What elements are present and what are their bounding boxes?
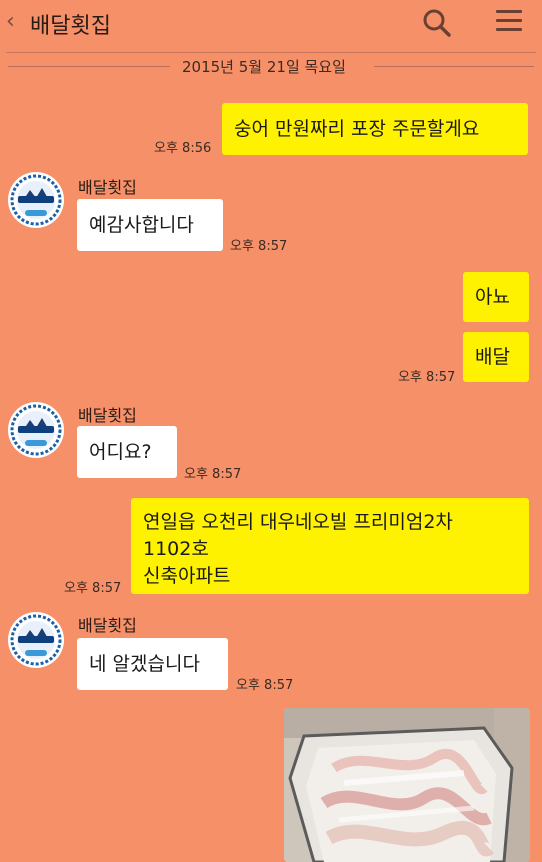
their-message-bubble[interactable]: 네 알겠습니다 — [77, 638, 228, 690]
avatar-logo-icon — [9, 173, 63, 227]
sender-name: 배달횟집 — [78, 616, 137, 635]
avatar-logo-icon — [9, 403, 63, 457]
their-message-bubble[interactable]: 어디요? — [77, 426, 177, 478]
my-message-bubble[interactable]: 배달 — [463, 332, 529, 382]
chat-title: 배달횟집 — [30, 14, 111, 39]
sender-name: 배달횟집 — [78, 406, 137, 425]
photo-image — [284, 708, 530, 862]
chat-header: ‹ 배달횟집 — [0, 0, 542, 48]
sender-avatar[interactable] — [8, 402, 64, 458]
their-message-bubble[interactable]: 예감사합니다 — [77, 199, 223, 251]
message-time: 오후 8:57 — [64, 581, 122, 596]
date-divider: 2015년 5월 21일 목요일 — [0, 56, 542, 78]
message-time: 오후 8:57 — [236, 678, 294, 693]
message-time: 오후 8:57 — [184, 467, 242, 482]
my-message-bubble[interactable]: 숭어 만원짜리 포장 주문할게요 — [222, 103, 528, 155]
message-line: 신축아파트 — [143, 565, 231, 587]
my-message-bubble[interactable]: 연일읍 오천리 대우네오빌 프리미엄2차 1102호 신축아파트 — [131, 498, 529, 594]
sender-avatar[interactable] — [8, 172, 64, 228]
date-text: 2015년 5월 21일 목요일 — [182, 58, 346, 76]
menu-icon[interactable] — [496, 10, 522, 34]
message-time: 오후 8:56 — [154, 141, 212, 156]
message-line: 연일읍 오천리 대우네오빌 프리미엄2차 — [143, 511, 453, 533]
search-icon[interactable] — [422, 8, 452, 38]
chevron-left-icon[interactable]: ‹ — [6, 9, 15, 34]
sender-avatar[interactable] — [8, 612, 64, 668]
sashimi-container-photo[interactable] — [284, 708, 530, 862]
message-line: 1102호 — [143, 538, 209, 560]
message-time: 오후 8:57 — [230, 239, 288, 254]
avatar-logo-icon — [9, 613, 63, 667]
message-time: 오후 8:57 — [398, 370, 456, 385]
sender-name: 배달횟집 — [78, 178, 137, 197]
my-message-bubble[interactable]: 아뇨 — [463, 272, 529, 322]
header-divider — [6, 52, 536, 53]
